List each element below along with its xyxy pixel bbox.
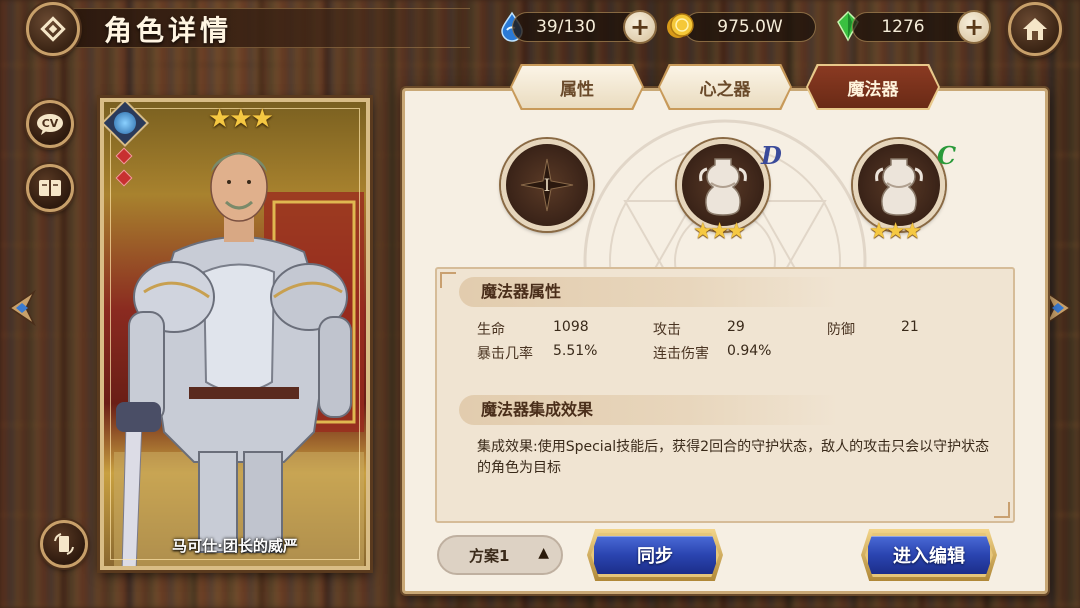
back-diamond-icon (40, 16, 66, 42)
slot-3-stars: ★★★ (869, 219, 922, 244)
stat-def-value: 21 (901, 319, 919, 335)
next-character-arrow-icon[interactable] (1044, 288, 1074, 328)
magic-slot-1[interactable]: I (501, 139, 593, 231)
add-gem-button[interactable]: + (957, 10, 991, 44)
magic-slot-3[interactable] (853, 139, 945, 231)
red-gem-icon (115, 147, 133, 165)
gem-value: 1276 (881, 17, 925, 37)
flip-card-button[interactable] (40, 520, 88, 568)
page-title: 角色详情 (104, 14, 233, 47)
effect-heading: 魔法器集成效果 (459, 395, 839, 425)
rotate-card-icon (54, 533, 74, 555)
slot-2-rank: D (761, 141, 782, 170)
gem-resource: 1276 + (852, 10, 991, 44)
stat-combo-value: 0.94% (727, 343, 772, 359)
plan-label: 方案1 (469, 546, 510, 565)
stamina-resource: 39/130 + (512, 10, 657, 44)
tab-attributes[interactable]: 属性 (512, 66, 642, 108)
vase-icon (875, 158, 923, 216)
stamina-value: 39/130 (536, 17, 596, 37)
stat-hp-label: 生命 (477, 322, 505, 338)
plan-select[interactable]: 方案1 ▲ (437, 535, 563, 575)
cv-button[interactable]: CV (26, 100, 74, 148)
card-frame (110, 108, 360, 560)
stat-crit-value: 5.51% (553, 343, 598, 359)
water-element-icon (114, 112, 136, 134)
home-button[interactable] (1008, 2, 1062, 56)
slot-numeral: I (544, 176, 551, 196)
previous-character-arrow-icon[interactable] (6, 288, 36, 328)
vase-icon (699, 158, 747, 216)
book-icon (39, 180, 61, 196)
home-icon (1023, 18, 1047, 40)
card-gems (115, 147, 133, 194)
magic-slot-2[interactable] (677, 139, 769, 231)
coin-icon (667, 13, 694, 38)
stat-atk-value: 29 (727, 319, 745, 335)
effect-description: 集成效果:使用Special技能后，获得2回合的守护状态，敌人的攻击只会以守护状… (477, 439, 990, 476)
character-card[interactable]: ★★★ 马可仕·团长的威严 (100, 98, 370, 570)
slot-3-rank: C (937, 141, 957, 170)
tab-magic-device[interactable]: 魔法器 (808, 66, 938, 108)
magic-device-panel: I ★★★ D ★★★ C 魔法器属性 生命 1098 攻击 29 防御 21 … (402, 88, 1048, 594)
card-rarity-stars: ★★★ (208, 104, 274, 134)
stat-crit-label: 暴击几率 (477, 346, 533, 362)
stat-def-label: 防御 (827, 322, 855, 338)
gold-value: 975.0W (717, 17, 783, 37)
empty-slot-compass-icon: I (520, 158, 574, 212)
svg-text:CV: CV (42, 117, 59, 130)
sync-button[interactable]: 同步 (591, 533, 719, 577)
slot-2-stars: ★★★ (693, 219, 746, 244)
stat-atk-label: 攻击 (653, 322, 681, 338)
add-stamina-button[interactable]: + (623, 10, 657, 44)
tab-heart-device[interactable]: 心之器 (660, 66, 790, 108)
stat-hp-value: 1098 (553, 319, 589, 335)
caret-up-icon: ▲ (538, 545, 549, 561)
gold-resource: 975.0W (684, 12, 816, 42)
story-button[interactable] (26, 164, 74, 212)
enter-edit-button[interactable]: 进入编辑 (865, 533, 993, 577)
back-button[interactable] (26, 2, 80, 56)
cv-icon: CV (37, 114, 63, 135)
stat-combo-label: 连击伤害 (653, 346, 709, 362)
top-bar: 角色详情 39/130 + 975.0W 1276 + (0, 0, 1080, 56)
red-gem-icon (115, 169, 133, 187)
info-box: 魔法器属性 生命 1098 攻击 29 防御 21 暴击几率 5.51% 连击伤… (435, 267, 1015, 523)
attributes-heading: 魔法器属性 (459, 277, 839, 307)
character-name: 马可仕·团长的威严 (172, 537, 298, 555)
